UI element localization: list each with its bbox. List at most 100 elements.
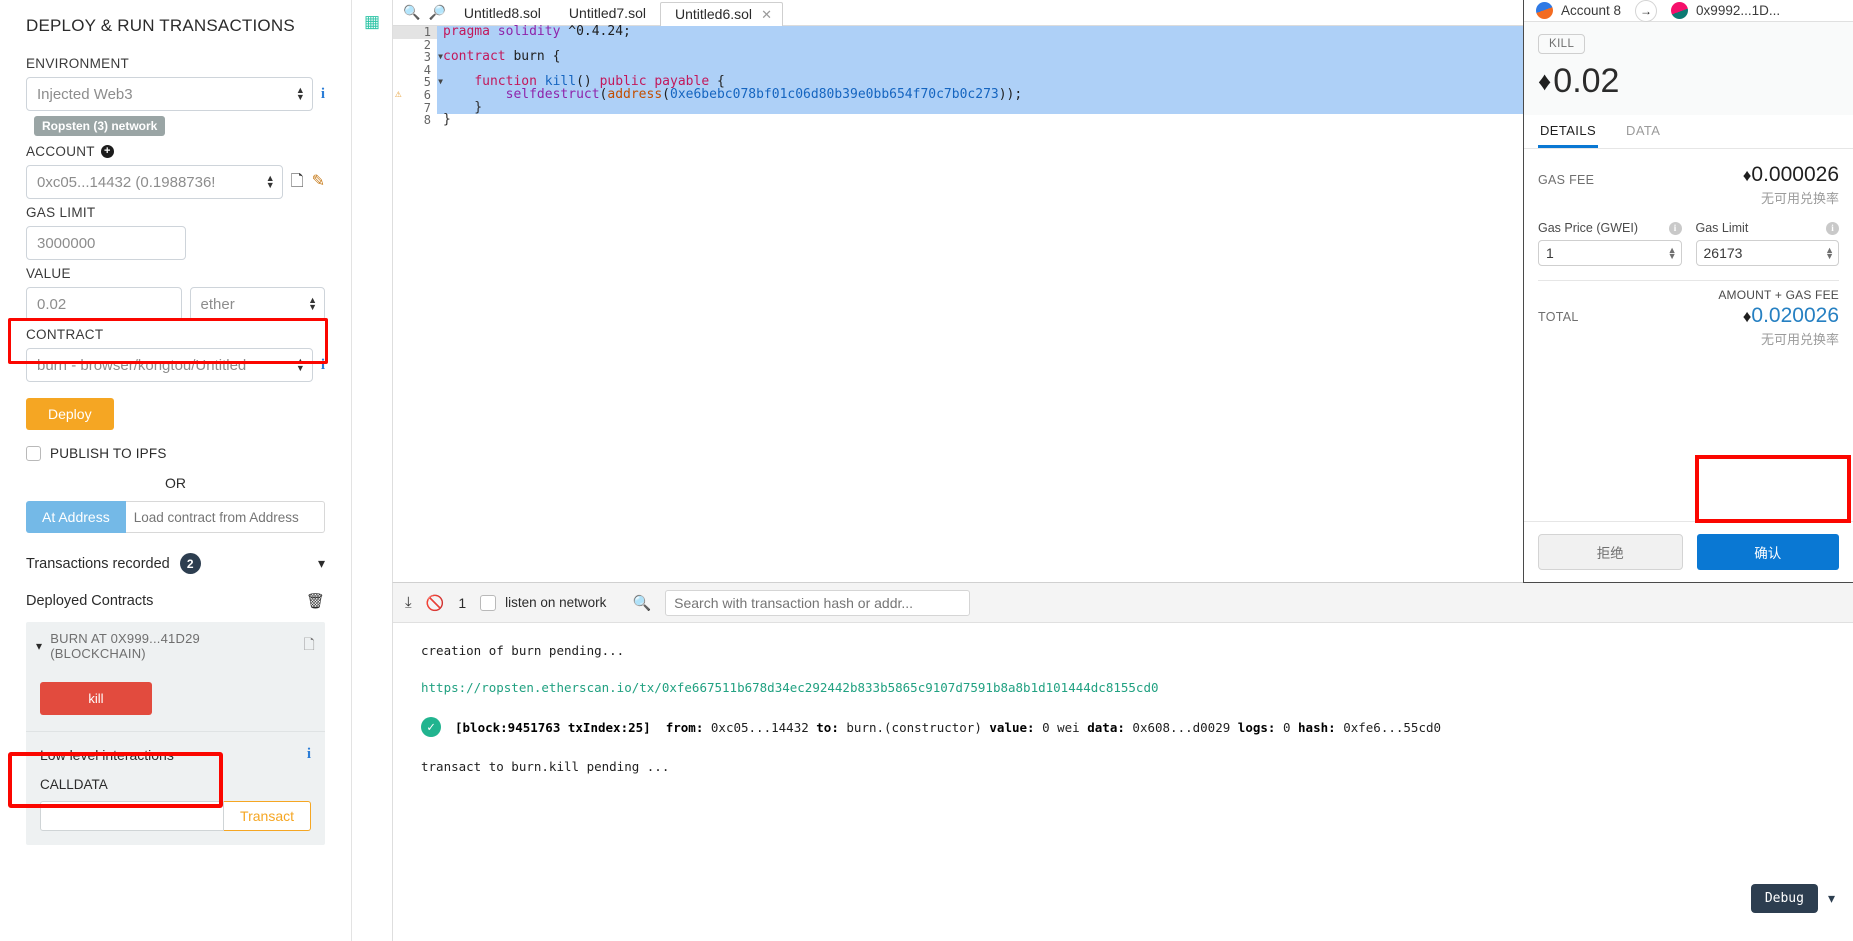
tx-hash-label: hash: <box>1298 719 1336 735</box>
or-divider: OR <box>165 475 186 491</box>
deploy-button[interactable]: Deploy <box>26 398 114 430</box>
chevron-down-icon[interactable]: ▾ <box>1828 890 1835 907</box>
debug-button[interactable]: Debug <box>1750 884 1818 913</box>
account-select[interactable] <box>26 165 283 199</box>
line-number: 3 ▼ <box>393 51 443 64</box>
gas-limit-stepper[interactable]: ▲ ▼ <box>1825 246 1834 261</box>
page-title: DEPLOY & RUN TRANSACTIONS <box>26 16 295 35</box>
gas-limit-label: Gas Limit <box>1695 221 1749 235</box>
chevrons-down-icon[interactable]: ⤓ <box>405 594 412 611</box>
tab-details[interactable]: DETAILS <box>1538 115 1599 148</box>
confirm-button[interactable]: 确认 <box>1696 534 1839 570</box>
ethereum-diamond-icon: ♦ <box>1538 66 1552 96</box>
listen-on-network-checkbox[interactable] <box>480 594 497 611</box>
close-icon[interactable]: ✕ <box>761 7 772 23</box>
calldata-label: CALLDATA <box>40 777 108 792</box>
tx-to-value: burn.(constructor) <box>846 719 982 735</box>
zoom-in-icon[interactable]: 🔎 <box>424 4 449 21</box>
fold-icon[interactable]: ▼ <box>438 76 443 89</box>
search-icon: 🔍 <box>632 594 652 612</box>
gas-price-input[interactable] <box>1538 240 1682 266</box>
tab-untitled8[interactable]: Untitled8.sol <box>450 2 555 25</box>
trash-icon[interactable]: 🗑 <box>306 592 325 610</box>
total-no-rate: 无可用兑换率 <box>1760 332 1839 347</box>
transact-button[interactable]: Transact <box>224 801 311 831</box>
low-level-interactions-label: Low level interactions <box>40 746 174 763</box>
gas-limit-input[interactable] <box>26 226 186 260</box>
terminal-toolbar: ⤓ 🚫 1 listen on network 🔍 <box>393 583 1853 623</box>
tx-logs-label: logs: <box>1237 719 1276 735</box>
fold-icon[interactable]: ▼ <box>438 51 443 64</box>
deployed-contract-card: ▾ BURN AT 0X999...41D29 (BLOCKCHAIN) 🗋 k… <box>26 622 325 845</box>
line-number: 1 <box>393 26 437 39</box>
low-level-info-icon[interactable]: i <box>307 746 311 763</box>
metamask-confirm-popup: Account 8 → 0x9992...1D... KILL ♦ 0.02 D… <box>1523 0 1853 583</box>
metamask-tabs: DETAILS DATA <box>1524 115 1853 149</box>
transaction-summary: [block:9451763 txIndex:25] from: 0xc05..… <box>455 720 1441 735</box>
transactions-recorded-count: 2 <box>179 553 201 574</box>
zoom-out-icon[interactable]: 🔍 <box>399 4 424 21</box>
warning-icon[interactable]: ⚠ <box>395 87 402 101</box>
value-unit-select[interactable] <box>189 287 325 321</box>
listen-on-network-label: listen on network <box>505 595 607 610</box>
chevron-down-icon[interactable]: ▾ <box>318 555 325 572</box>
tx-data: 0x608...d0029 <box>1132 719 1231 735</box>
sender-avatar <box>1536 2 1553 19</box>
transaction-entry[interactable]: ✓ [block:9451763 txIndex:25] from: 0xc05… <box>393 717 1853 737</box>
at-address-input[interactable] <box>125 501 325 533</box>
tx-block: [block:9451763 txIndex:25] <box>455 719 651 735</box>
metamask-header: Account 8 → 0x9992...1D... <box>1524 0 1853 22</box>
recipient-address: 0x9992...1D... <box>1696 3 1781 18</box>
publish-ipfs-checkbox[interactable] <box>26 446 41 461</box>
terminal-log: creation of burn pending... https://rops… <box>393 623 1853 774</box>
gas-limit-info-icon[interactable]: i <box>1826 221 1839 235</box>
gas-price-info-icon[interactable]: i <box>1668 221 1682 235</box>
contract-select[interactable] <box>26 348 313 382</box>
log-creation-pending: creation of burn pending... <box>421 643 625 658</box>
gas-fee-label: GAS FEE <box>1538 173 1595 187</box>
divider <box>1538 280 1839 281</box>
metamask-hero: KILL ♦ 0.02 <box>1524 22 1853 115</box>
copy-account-icon[interactable]: 🗋 <box>291 174 304 190</box>
reject-button[interactable]: 拒绝 <box>1538 534 1683 570</box>
gas-price-stepper[interactable]: ▲ ▼ <box>1668 246 1677 261</box>
gas-limit-input[interactable] <box>1695 240 1839 266</box>
transactions-recorded-label: Transactions recorded <box>26 555 170 572</box>
deploy-run-panel: DEPLOY & RUN TRANSACTIONS ENVIRONMENT ▲▼… <box>0 0 352 941</box>
arrow-right-icon: → <box>1635 0 1658 22</box>
tx-from-value: 0xc05...14432 <box>710 719 809 735</box>
transactions-recorded-row[interactable]: Transactions recorded 2 ▾ <box>26 553 325 574</box>
amount-value: 0.02 <box>1553 62 1620 100</box>
at-address-button[interactable]: At Address <box>26 501 126 533</box>
line-number: 8 <box>393 114 437 127</box>
tx-data-label: data: <box>1087 719 1125 735</box>
terminal-search-input[interactable] <box>665 589 971 616</box>
value-amount-input[interactable] <box>26 287 182 321</box>
clear-console-icon[interactable]: 🚫 <box>426 594 445 612</box>
publish-ipfs-label: PUBLISH TO IPFS <box>50 446 167 461</box>
tab-untitled7[interactable]: Untitled7.sol <box>555 2 660 25</box>
chevron-down-icon[interactable]: ▾ <box>36 639 42 653</box>
contract-info-icon[interactable]: i <box>321 357 325 374</box>
kill-function-button[interactable]: kill <box>40 682 152 715</box>
remix-ide-window: DEPLOY & RUN TRANSACTIONS ENVIRONMENT ▲▼… <box>0 0 1853 941</box>
tab-untitled6[interactable]: Untitled6.sol ✕ <box>659 1 784 26</box>
add-account-icon[interactable]: + <box>100 145 114 158</box>
line-number: ⚠ 6 <box>393 87 437 102</box>
compiler-icon[interactable]: ▦ <box>364 12 380 32</box>
etherscan-link[interactable]: https://ropsten.etherscan.io/tx/0xfe6675… <box>421 680 1159 695</box>
sender-account-name: Account 8 <box>1561 3 1622 18</box>
metamask-actions: 拒绝 确认 <box>1524 521 1853 582</box>
icon-rail: ▦ <box>352 0 392 941</box>
environment-select[interactable] <box>26 77 313 111</box>
publish-ipfs-row[interactable]: PUBLISH TO IPFS <box>26 446 325 461</box>
contract-instance-header[interactable]: ▾ BURN AT 0X999...41D29 (BLOCKCHAIN) 🗋 <box>26 622 325 670</box>
tab-data[interactable]: DATA <box>1624 115 1662 148</box>
copy-address-icon[interactable]: 🗋 <box>304 634 315 658</box>
environment-info-icon[interactable]: i <box>321 86 325 103</box>
calldata-input[interactable] <box>40 801 225 831</box>
method-badge: KILL <box>1538 34 1586 54</box>
sign-message-icon[interactable]: ✎ <box>312 174 325 190</box>
tx-from-label: from: <box>665 719 704 735</box>
gas-fee-amount: ♦0.000026 <box>1742 163 1839 186</box>
